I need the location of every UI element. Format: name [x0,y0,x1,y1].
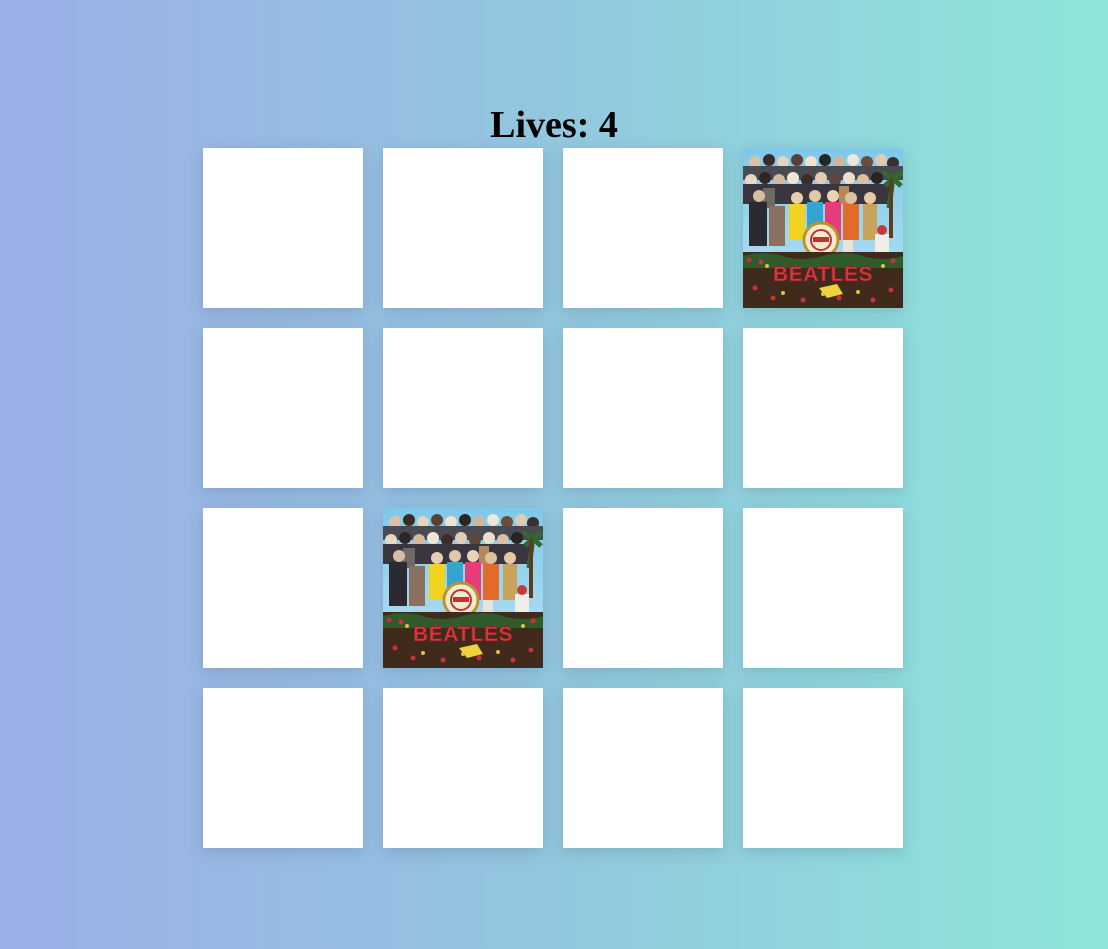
memory-card[interactable] [743,328,903,488]
memory-card[interactable] [563,328,723,488]
memory-card[interactable]: BEATLES [743,148,903,308]
memory-card[interactable] [743,688,903,848]
svg-text:BEATLES: BEATLES [773,263,873,286]
memory-card[interactable] [203,148,363,308]
memory-card[interactable] [743,508,903,668]
memory-card[interactable] [203,688,363,848]
memory-card[interactable] [383,328,543,488]
memory-card[interactable] [563,148,723,308]
lives-counter: Lives: 4 [490,104,618,146]
svg-text:BEATLES: BEATLES [413,623,513,646]
album-cover-image: BEATLES [743,148,903,308]
card-grid: BEATLES BEATLES [203,148,903,848]
memory-card[interactable] [203,508,363,668]
album-cover-image: BEATLES [383,508,543,668]
memory-card[interactable] [383,148,543,308]
memory-card[interactable]: BEATLES [383,508,543,668]
memory-card[interactable] [563,688,723,848]
memory-card[interactable] [383,688,543,848]
memory-card[interactable] [203,328,363,488]
memory-card[interactable] [563,508,723,668]
